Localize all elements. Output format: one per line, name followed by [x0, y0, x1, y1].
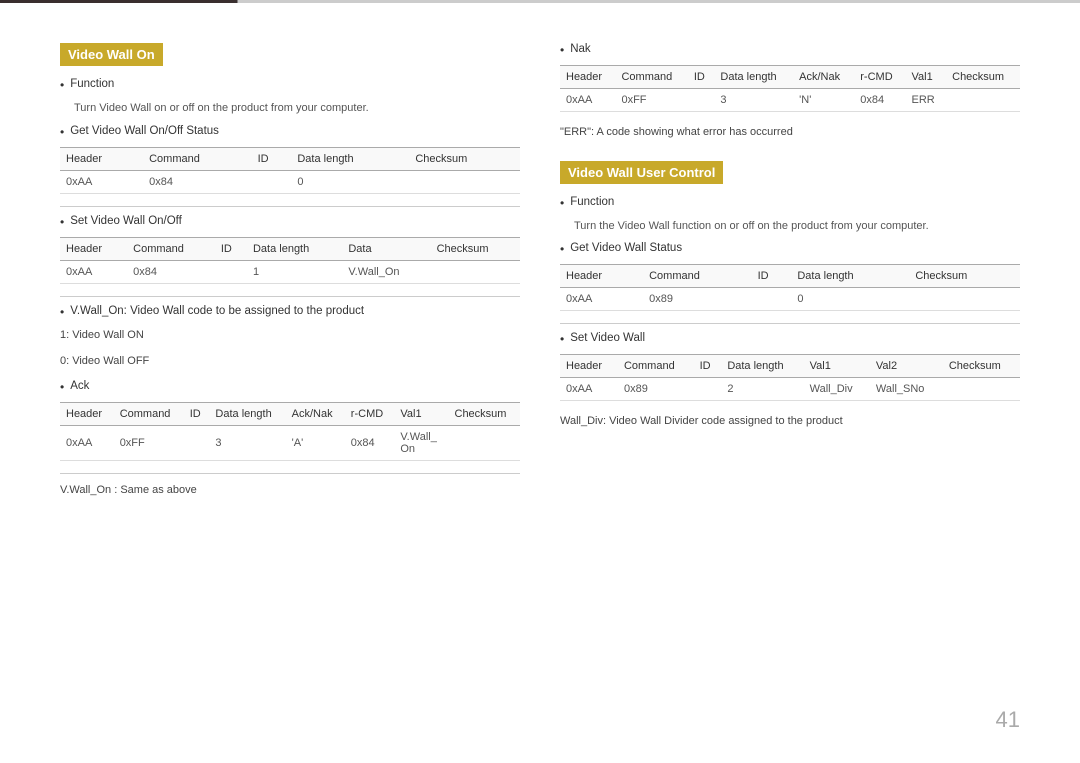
- table-row: 0xAA 0xFF 3 'N' 0x84 ERR: [560, 89, 1020, 112]
- get-col-command: Command: [143, 147, 251, 170]
- wall-div-note: Wall_Div: Video Wall Divider code assign…: [560, 413, 1020, 430]
- err-note: "ERR": A code showing what error has occ…: [560, 124, 1020, 141]
- table-row: 0xAA 0xFF 3 'A' 0x84 V.Wall_On: [60, 425, 520, 460]
- vwuc-get-table: Header Command ID Data length Checksum 0…: [560, 264, 1020, 311]
- vwuc-function-label: Function: [570, 196, 614, 208]
- nak-label: Nak: [570, 43, 590, 55]
- table-row: 0xAA 0x84 0: [60, 170, 520, 193]
- get-col-checksum: Checksum: [409, 147, 520, 170]
- get-col-id: ID: [252, 147, 292, 170]
- vwuc-function-desc: Turn the Video Wall function on or off o…: [574, 218, 1020, 235]
- vwuc-set-table: Header Command ID Data length Val1 Val2 …: [560, 354, 1020, 401]
- section-title-vwuc: Video Wall User Control: [560, 161, 723, 184]
- note3: 0: Video Wall OFF: [60, 353, 520, 370]
- set-table: Header Command ID Data length Data Check…: [60, 237, 520, 284]
- section-title-video-wall-on: Video Wall On: [60, 43, 163, 66]
- ack-note: V.Wall_On : Same as above: [60, 482, 520, 499]
- vwuc-set-label: Set Video Wall: [570, 332, 645, 344]
- function-desc: Turn Video Wall on or off on the product…: [74, 100, 520, 117]
- function-list: Function: [60, 78, 520, 92]
- get-table: Header Command ID Data length Checksum 0…: [60, 147, 520, 194]
- function-label: Function: [70, 78, 114, 90]
- vwuc-get-label: Get Video Wall Status: [570, 242, 682, 254]
- left-column: Video Wall On Function Turn Video Wall o…: [60, 43, 520, 508]
- note2: 1: Video Wall ON: [60, 327, 520, 344]
- page-number: 41: [996, 707, 1020, 733]
- table-row: 0xAA 0x89 2 Wall_Div Wall_SNo: [560, 378, 1020, 401]
- get-status-label: Get Video Wall On/Off Status: [70, 125, 219, 137]
- section-video-wall-on: Video Wall On Function Turn Video Wall o…: [60, 43, 520, 498]
- vwall-note1: V.Wall_On: Video Wall code to be assigne…: [70, 305, 364, 317]
- right-column: Nak Header Command ID Data length Ack/Na…: [560, 43, 1020, 508]
- set-label: Set Video Wall On/Off: [70, 215, 182, 227]
- table-row: 0xAA 0x89 0: [560, 288, 1020, 311]
- get-col-header: Header: [60, 147, 143, 170]
- section-video-wall-user-control: Video Wall User Control Function Turn th…: [560, 161, 1020, 430]
- nak-table: Header Command ID Data length Ack/Nak r-…: [560, 65, 1020, 112]
- ack-label: Ack: [70, 380, 89, 392]
- table-row: 0xAA 0x84 1 V.Wall_On: [60, 260, 520, 283]
- ack-table: Header Command ID Data length Ack/Nak r-…: [60, 402, 520, 461]
- get-col-datalength: Data length: [291, 147, 409, 170]
